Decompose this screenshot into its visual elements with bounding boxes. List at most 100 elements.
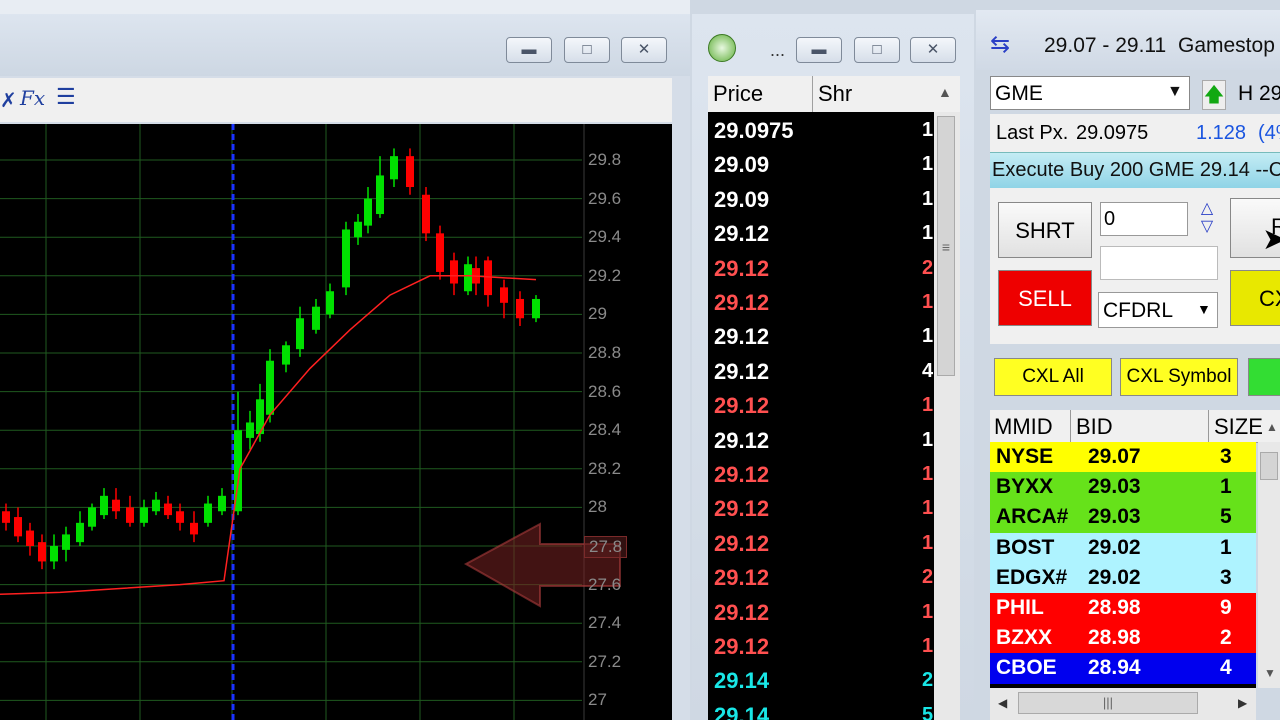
size-column-header[interactable]: SIZE	[1214, 414, 1263, 440]
book-size-cell: 1	[1220, 535, 1232, 559]
tape-price-cell: 29.12	[714, 221, 770, 247]
book-row[interactable]: BOST 29.02 1	[990, 532, 1256, 563]
crosshair-icon[interactable]: ✗	[0, 88, 17, 113]
candle-up	[326, 291, 334, 315]
scroll-right-icon[interactable]: ▶	[1238, 696, 1247, 710]
maximize-button[interactable]: □	[564, 37, 610, 63]
tape-shr-cell: 1	[922, 428, 934, 451]
book-row[interactable]: BYXX 29.03 1	[990, 472, 1256, 503]
scrollbar-thumb[interactable]: ≡	[937, 116, 955, 376]
chart-toolbar: ✗ Fx ☰	[0, 78, 672, 122]
candle-up	[152, 499, 160, 512]
title-name: Gamestop C	[1178, 34, 1280, 57]
maximize-button[interactable]: □	[854, 37, 900, 63]
candle-down	[190, 522, 198, 535]
candle-down	[422, 194, 430, 234]
tape-shr-cell: 1	[922, 600, 934, 623]
candle-up	[364, 198, 372, 226]
candle-up	[354, 221, 362, 238]
book-mmid-cell: ARCA#	[996, 505, 1069, 529]
y-axis-tick-label: 29.8	[588, 150, 622, 169]
book-mmid-cell: BOST	[996, 535, 1055, 559]
book-row[interactable]: NYSE 29.07 3	[990, 442, 1256, 473]
y-axis-tick-label: 28	[588, 497, 607, 517]
link-arrows-icon[interactable]: ⇆	[990, 30, 1010, 59]
dropdown-arrow-icon[interactable]: ▼	[1167, 83, 1183, 101]
candle-down	[126, 507, 134, 523]
cancel-all-button[interactable]: CXL All	[994, 358, 1112, 396]
short-button-label: SHRT	[1015, 218, 1075, 243]
book-row[interactable]: BZXX 28.98 2	[990, 623, 1256, 654]
scroll-left-icon[interactable]: ◀	[998, 696, 1007, 710]
chart-plot	[0, 124, 621, 720]
book-row[interactable]: EDGX# 29.02 3	[990, 562, 1256, 593]
symbol-combobox[interactable]: GME ▼	[990, 76, 1190, 110]
close-button[interactable]: ✕	[621, 37, 667, 63]
chart-window-topbar	[0, 0, 690, 15]
book-row[interactable]: ARCA# 29.03 5	[990, 502, 1256, 533]
mmid-column-header[interactable]: MMID	[994, 414, 1053, 440]
route-combobox[interactable]: CFDRL ▼	[1098, 292, 1218, 328]
tape-price-cell: 29.14	[714, 702, 770, 720]
tape-shr-cell: 1	[922, 635, 934, 657]
quantity-spinner-icon[interactable]: △ ▽	[1192, 200, 1222, 240]
scroll-up-icon[interactable]: ▲	[1266, 420, 1278, 434]
y-axis-tick-label: 29.6	[588, 188, 622, 208]
candle-up	[464, 264, 472, 292]
shr-column-header[interactable]: Shr	[818, 81, 852, 107]
header-divider	[1208, 410, 1209, 442]
minimize-button[interactable]: ▬	[506, 37, 552, 63]
book-row[interactable]: CBOE 28.94 4	[990, 653, 1256, 684]
price-column-header[interactable]: Price	[713, 81, 763, 107]
tape-price-cell: 29.0975	[714, 118, 794, 143]
tape-price-cell: 29.12	[714, 255, 770, 281]
green-button[interactable]	[1248, 358, 1280, 396]
tape-price-cell: 29.12	[714, 599, 770, 625]
candle-down	[14, 517, 22, 537]
list-icon[interactable]: ☰	[56, 84, 76, 110]
change-value: 1.128	[1196, 122, 1247, 144]
short-button[interactable]: SHRT	[998, 202, 1092, 258]
cancel-button[interactable]: CX	[1230, 270, 1280, 326]
close-button[interactable]: ✕	[910, 37, 956, 63]
scrollbar-thumb[interactable]	[1260, 452, 1278, 480]
candle-up	[342, 229, 350, 288]
tape-scrollbar[interactable]: ≡	[934, 112, 960, 720]
cancel-symbol-label: CXL Symbol	[1126, 366, 1232, 387]
y-axis-tick-label: 29.2	[588, 265, 622, 285]
route-value: CFDRL	[1103, 299, 1174, 322]
candle-down	[500, 287, 508, 303]
book-row[interactable]: PHIL 28.98 9	[990, 593, 1256, 624]
tape-shr-cell: 2	[922, 256, 934, 279]
price-input[interactable]	[1100, 246, 1218, 280]
tape-price-cell: 29.12	[714, 565, 770, 591]
scroll-up-icon[interactable]: ▲	[938, 84, 952, 100]
tape-shr-cell: 1	[922, 119, 934, 141]
tape-price-cell: 29.12	[714, 324, 770, 350]
sell-button[interactable]: SELL	[998, 270, 1092, 326]
y-axis-tick-label: 29.4	[588, 227, 622, 247]
change-percent: (4%	[1258, 122, 1280, 144]
last-px-value: 29.0975	[1076, 122, 1149, 144]
quantity-input[interactable]: 0	[1100, 202, 1188, 236]
bid-column-header[interactable]: BID	[1076, 414, 1113, 440]
book-hscrollbar[interactable]: ◀ ||| ▶	[990, 688, 1256, 720]
dropdown-arrow-icon[interactable]: ▼	[1197, 301, 1211, 317]
book-scrollbar[interactable]: ▼	[1258, 442, 1280, 688]
hscroll-thumb[interactable]: |||	[1018, 692, 1198, 714]
tape-price-cell: 29.12	[714, 634, 770, 659]
chart-right-border	[672, 78, 690, 720]
tape-shr-cell: 2	[922, 566, 934, 589]
tape-price-cell: 29.09	[714, 186, 770, 212]
y-axis-tick-label: 27.4	[588, 613, 622, 633]
tape-price-cell: 29.12	[714, 496, 770, 522]
y-axis-tick-label: 28.4	[588, 420, 622, 440]
candle-up	[296, 318, 304, 350]
minimize-button[interactable]: ▬	[796, 37, 842, 63]
candle-down	[450, 260, 458, 284]
fx-icon[interactable]: Fx	[20, 86, 45, 110]
cancel-symbol-button[interactable]: CXL Symbol	[1120, 358, 1238, 396]
tape-shr-cell: 1	[922, 463, 934, 485]
price-chart[interactable]: 29.8 29.6 29.4 29.2 29 28.8 28.6 28.4 28.2 28 27.8…	[0, 124, 672, 720]
scroll-down-icon[interactable]: ▼	[1264, 666, 1276, 680]
